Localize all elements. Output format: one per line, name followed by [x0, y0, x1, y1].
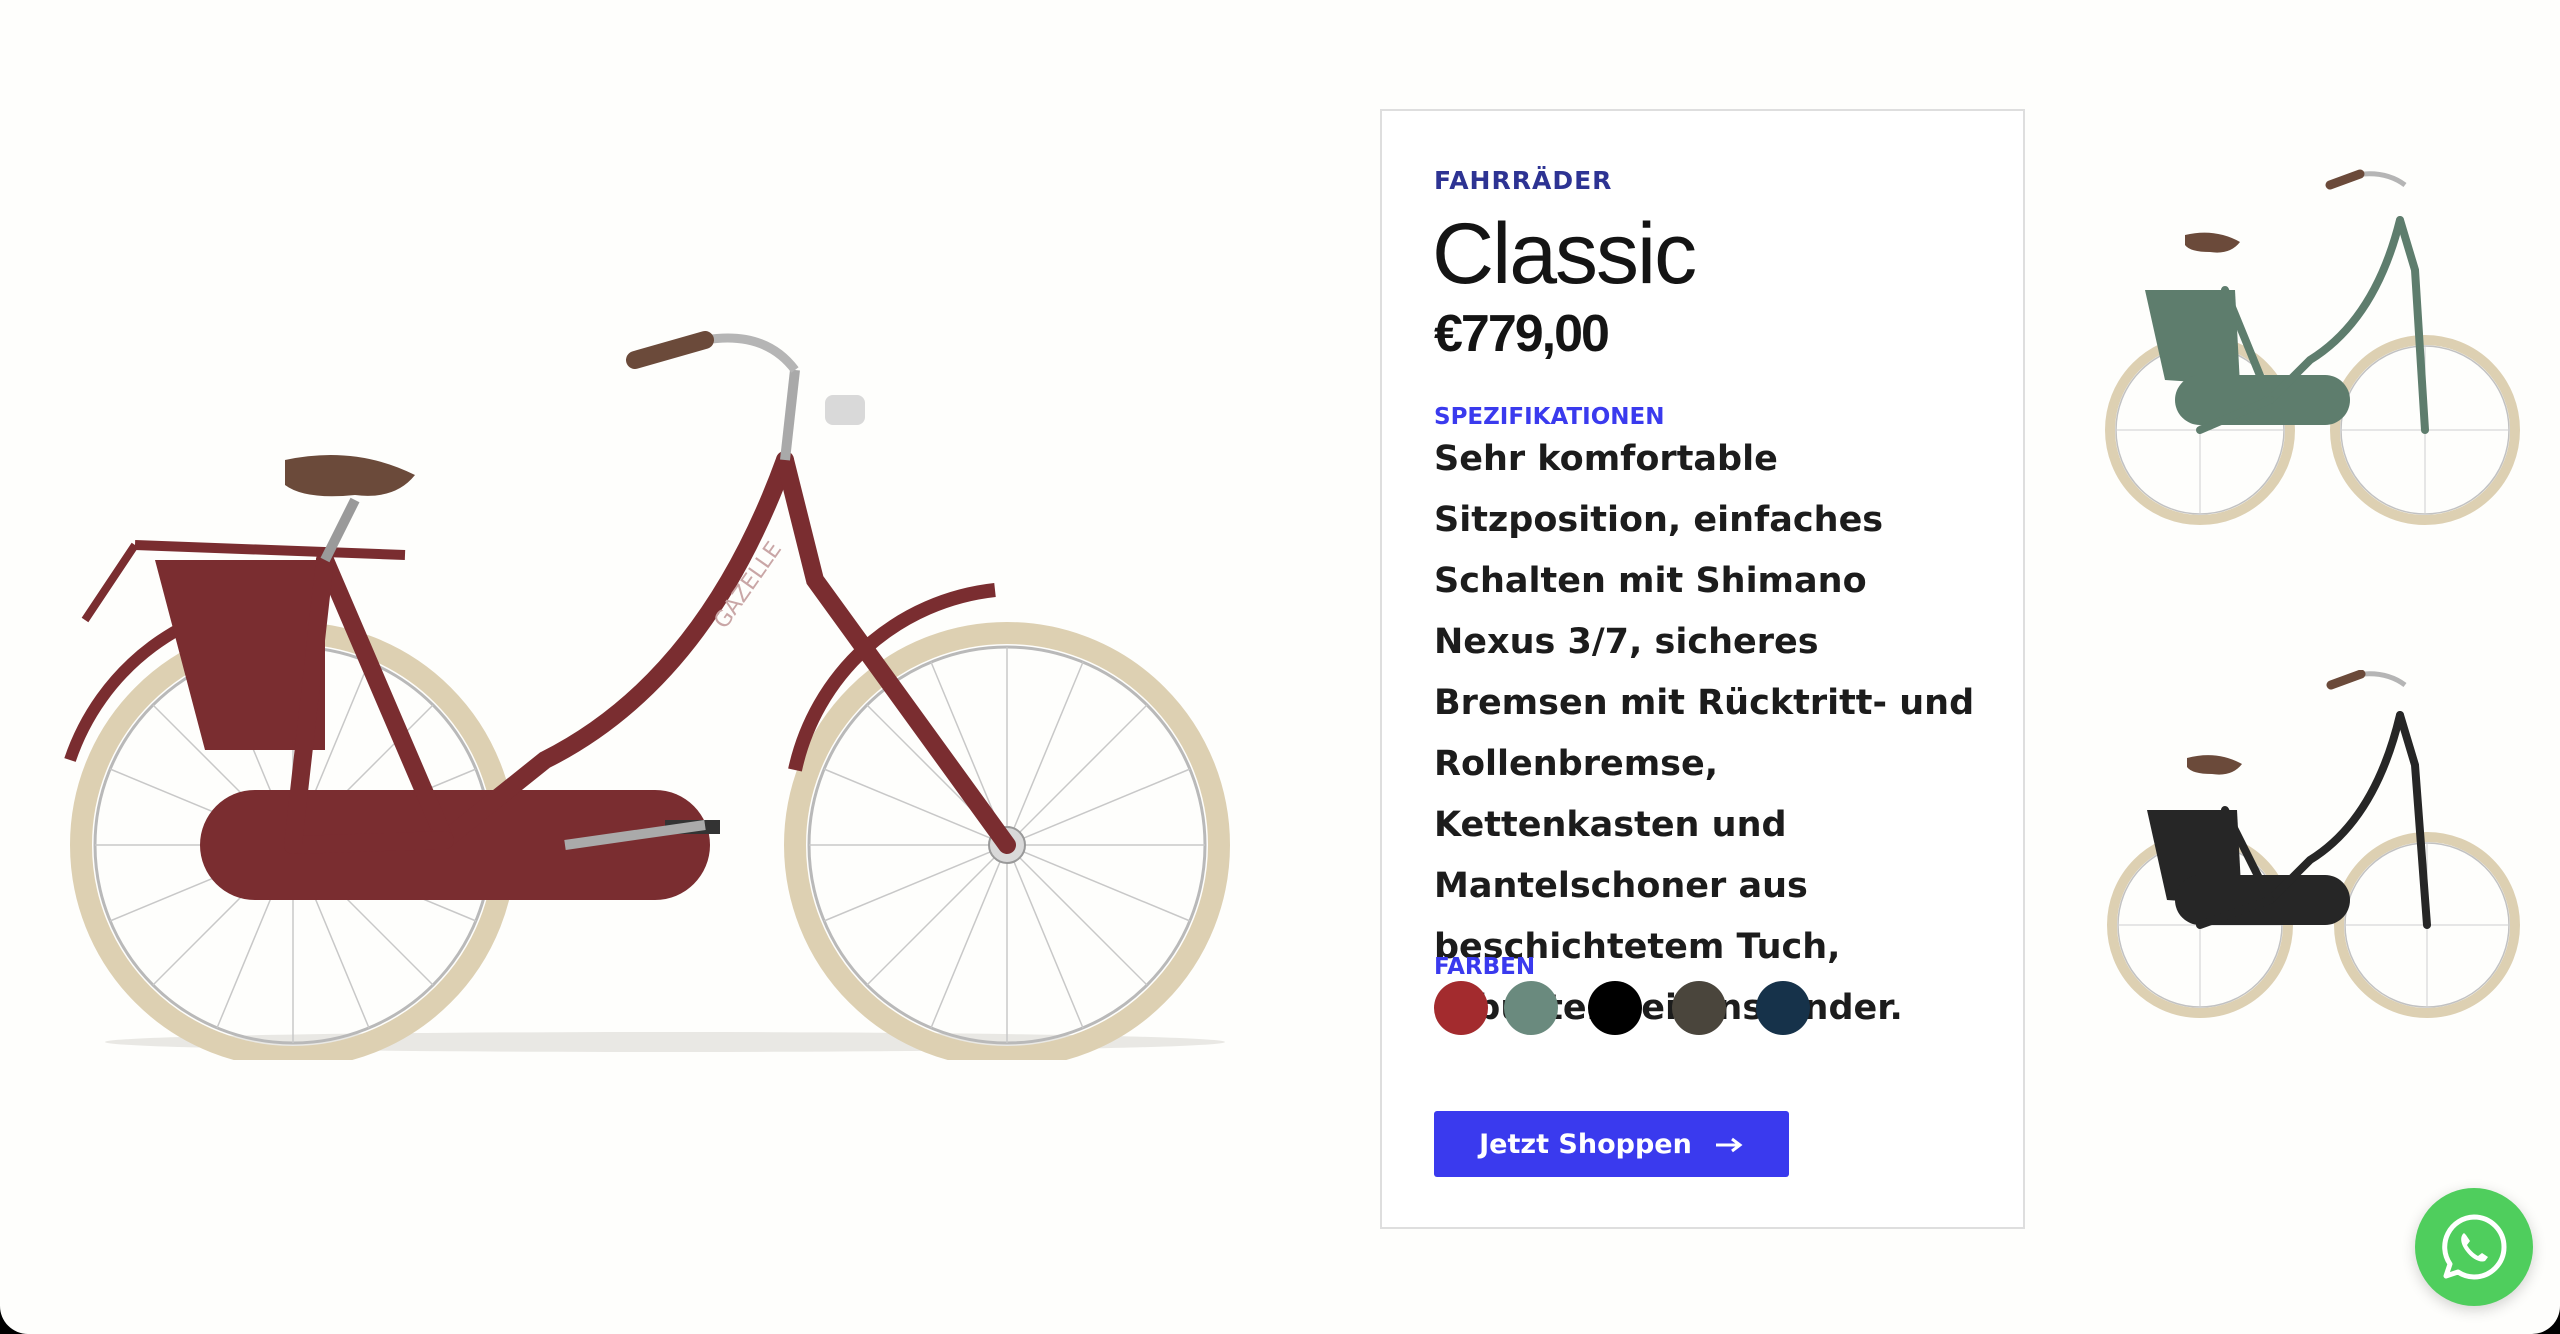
color-swatch-navy[interactable]: [1756, 981, 1810, 1035]
thumbnail-bike-green[interactable]: [2105, 160, 2525, 540]
color-swatch-black[interactable]: [1588, 981, 1642, 1035]
whatsapp-icon: [2442, 1214, 2507, 1280]
colors-heading: FARBEN: [1434, 954, 1536, 980]
thumbnail-bike-black[interactable]: [2105, 670, 2525, 1050]
product-page: GAZELLE FAHRRÄDER Classic €779,00 SPEZIF…: [0, 0, 2560, 1334]
product-card: FAHRRÄDER Classic €779,00 SPEZIFIKATIONE…: [1380, 109, 2025, 1229]
shop-now-label: Jetzt Shoppen: [1479, 1128, 1692, 1160]
whatsapp-chat-button[interactable]: [2415, 1188, 2533, 1306]
arrow-right-icon: [1715, 1129, 1744, 1160]
product-category[interactable]: FAHRRÄDER: [1434, 166, 1612, 195]
product-price: €779,00: [1434, 305, 1610, 363]
shop-now-button[interactable]: Jetzt Shoppen: [1434, 1111, 1789, 1177]
specs-heading: SPEZIFIKATIONEN: [1434, 404, 1665, 430]
color-swatch-green[interactable]: [1504, 981, 1558, 1035]
color-swatch-brown[interactable]: [1672, 981, 1726, 1035]
product-title: Classic: [1432, 206, 1697, 302]
specs-description: Sehr komfortable Sitzposition, einfaches…: [1434, 439, 1975, 1028]
color-swatch-red[interactable]: [1434, 981, 1488, 1035]
hero-bike-image: GAZELLE: [64, 331, 1230, 1060]
